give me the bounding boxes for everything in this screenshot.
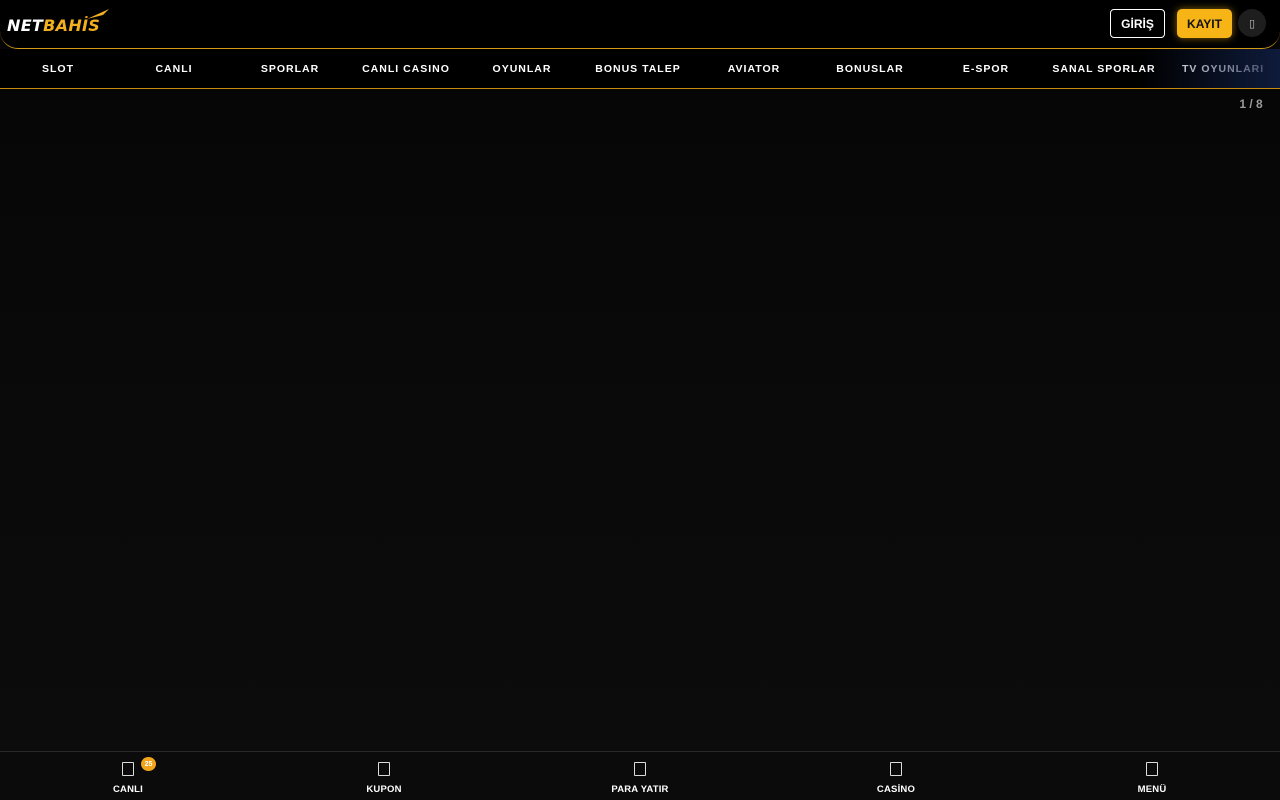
live-count-badge: 25 — [141, 757, 156, 771]
nav-item-bonuslar[interactable]: BONUSLAR — [812, 49, 928, 88]
nav-item-slot[interactable]: SLOT — [0, 49, 116, 88]
bottom-item-menu[interactable]: MENÜ — [1092, 752, 1212, 800]
logo-text-net: NET — [7, 15, 44, 35]
deposit-icon — [634, 762, 646, 776]
casino-icon — [890, 762, 902, 776]
bottom-bar: CANLI KUPON PARA YATIR CASİNO MENÜ — [0, 751, 1280, 800]
globe-icon: ▯ — [1248, 17, 1256, 30]
coupon-icon — [378, 762, 390, 776]
header: NET BAHİS GİRİŞ KAYIT ▯ — [0, 0, 1280, 49]
bottom-item-kupon[interactable]: KUPON — [324, 752, 444, 800]
nav-item-canli[interactable]: CANLI — [116, 49, 232, 88]
bottom-item-label: CANLI — [112, 784, 144, 795]
bottom-item-para-yatir[interactable]: PARA YATIR — [580, 752, 700, 800]
main-nav: SLOT CANLI SPORLAR CANLI CASINO OYUNLAR … — [0, 49, 1280, 89]
nav-item-sporlar[interactable]: SPORLAR — [232, 49, 348, 88]
bottom-item-label: MENÜ — [1137, 784, 1167, 795]
nav-item-sanal-sporlar[interactable]: SANAL SPORLAR — [1044, 49, 1164, 88]
bottom-item-label: CASİNO — [876, 784, 916, 795]
bottom-item-label: KUPON — [366, 784, 402, 795]
nav-item-bonus-talep[interactable]: BONUS TALEP — [580, 49, 696, 88]
logo[interactable]: NET BAHİS — [7, 9, 109, 37]
nav-item-canli-casino[interactable]: CANLI CASINO — [348, 49, 464, 88]
nav-item-oyunlar[interactable]: OYUNLAR — [464, 49, 580, 88]
swoosh-icon — [87, 9, 109, 19]
live-icon — [122, 762, 134, 776]
slider-counter: 1 / 8 — [1239, 97, 1263, 111]
nav-item-aviator[interactable]: AVIATOR — [696, 49, 812, 88]
nav-item-e-spor[interactable]: E-SPOR — [928, 49, 1044, 88]
nav-item-tv-oyunlari[interactable]: TV OYUNLARI — [1164, 49, 1280, 88]
menu-icon — [1146, 762, 1158, 776]
bottom-item-canli[interactable]: CANLI — [68, 752, 188, 800]
login-button[interactable]: GİRİŞ — [1110, 9, 1165, 38]
bottom-item-label: PARA YATIR — [611, 784, 669, 795]
register-button[interactable]: KAYIT — [1177, 9, 1232, 38]
bottom-item-casino[interactable]: CASİNO — [836, 752, 956, 800]
page: NET BAHİS GİRİŞ KAYIT ▯ SLOT CANLI SPORL… — [0, 0, 1280, 800]
language-button[interactable]: ▯ — [1238, 9, 1266, 37]
